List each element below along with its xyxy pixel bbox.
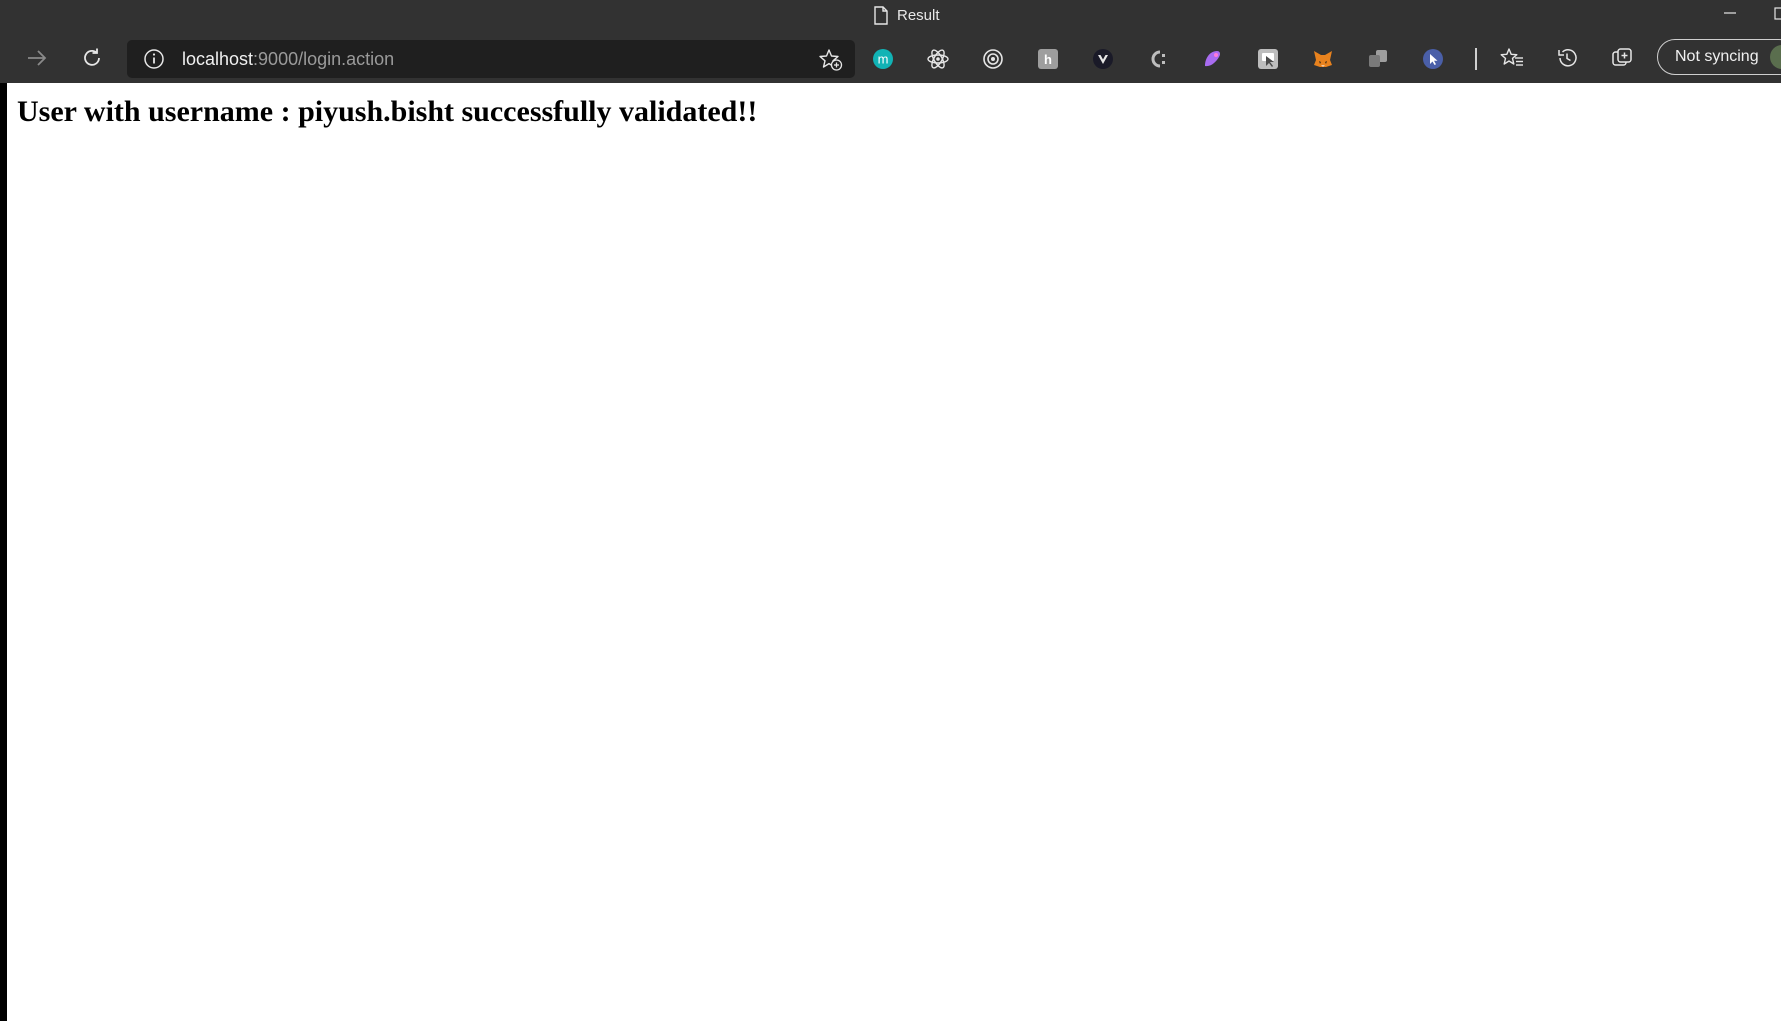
toolbar-separator	[1475, 48, 1477, 70]
window-title: Result	[873, 5, 940, 25]
c-extension-icon[interactable]	[1146, 47, 1170, 71]
pointer-extension-icon[interactable]	[1256, 47, 1280, 71]
target-extension-icon[interactable]	[981, 47, 1005, 71]
copies-extension-icon[interactable]	[1366, 47, 1390, 71]
address-bar[interactable]: localhost:9000/login.action	[127, 40, 855, 78]
h-extension-icon[interactable]: h	[1036, 47, 1060, 71]
m-extension-icon[interactable]: m	[871, 47, 895, 71]
page-content: User with username : piyush.bisht succes…	[7, 83, 1781, 1021]
title-bar: Result	[0, 0, 1781, 30]
validation-message: User with username : piyush.bisht succes…	[17, 95, 758, 128]
url-text[interactable]: localhost:9000/login.action	[182, 49, 394, 69]
url-path: :9000/login.action	[253, 49, 395, 69]
react-devtools-icon[interactable]	[926, 47, 950, 71]
metamask-fox-icon[interactable]	[1311, 47, 1335, 71]
history-icon[interactable]	[1549, 40, 1585, 76]
purple-extension-icon[interactable]	[1201, 47, 1225, 71]
refresh-icon[interactable]	[74, 40, 110, 76]
favorites-icon[interactable]	[1494, 40, 1530, 76]
window-left-border	[0, 83, 7, 1021]
add-favorite-icon[interactable]	[818, 48, 844, 72]
browser-toolbar: localhost:9000/login.action m h Not sync…	[0, 30, 1781, 83]
cursor-extension-icon[interactable]	[1421, 47, 1445, 71]
vuetify-extension-icon[interactable]	[1091, 47, 1115, 71]
minimize-button[interactable]	[1712, 4, 1746, 26]
arrow-right-icon[interactable]	[19, 40, 55, 76]
info-icon[interactable]	[143, 48, 165, 70]
profile-sync-button[interactable]: Not syncing	[1657, 39, 1781, 75]
svg-text:h: h	[1044, 52, 1052, 67]
browser-window: Result localhost:9000/login.action m h N…	[0, 0, 1781, 1021]
sync-status-label: Not syncing	[1675, 48, 1759, 65]
maximize-button[interactable]	[1765, 4, 1781, 26]
collections-icon[interactable]	[1604, 40, 1640, 76]
svg-text:m: m	[878, 52, 889, 67]
avatar	[1770, 45, 1781, 69]
url-host: localhost	[182, 49, 254, 69]
document-icon	[873, 5, 889, 25]
window-title-text: Result	[897, 6, 940, 24]
